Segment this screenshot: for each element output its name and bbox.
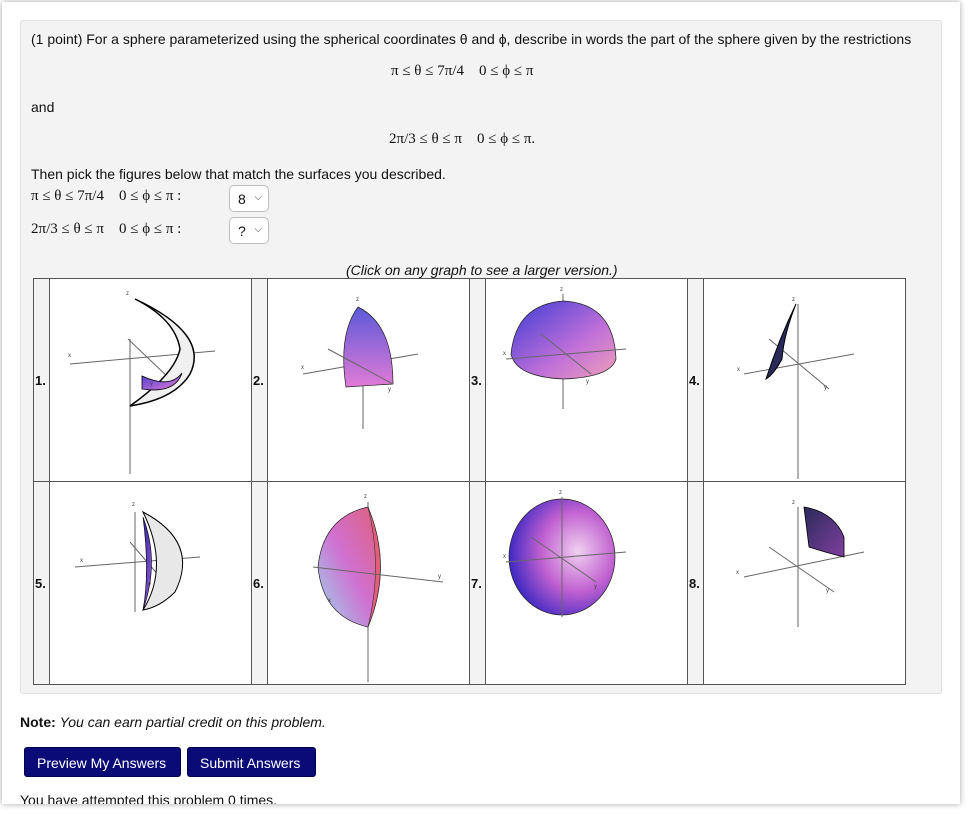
figure-2[interactable]: z x y [267,278,470,482]
figure-3-graph[interactable]: z x y [486,279,687,481]
figure-1[interactable]: z x y [49,278,252,482]
figure-7-graph[interactable]: z x y [486,482,687,684]
figure-4[interactable]: z x y [703,278,906,482]
y-axis-label: y [148,582,151,588]
x-axis-label: x [80,558,83,564]
figure-number: 3. [471,372,482,388]
y-axis-label: y [594,584,597,590]
submit-answers-button[interactable]: Submit Answers [187,747,316,777]
figure-8-graph[interactable]: z x y [704,482,905,684]
y-axis-label: y [586,379,589,385]
z-axis-label: z [356,297,359,303]
x-axis-label: x [736,570,739,576]
y-axis-label: y [388,387,391,393]
answer-select-2-value: ? [238,223,246,239]
note-label: Note: [20,714,56,730]
page: (1 point) For a sphere parameterized usi… [2,2,960,804]
x-axis-label: x [301,365,304,371]
chevron-down-icon: ⌵ [254,192,262,203]
figure-4-graph[interactable]: z x y [704,279,905,481]
x-axis-label: x [503,351,506,357]
z-axis-label: z [792,297,795,303]
figure-5-graph[interactable]: z x y [50,482,251,684]
z-axis-label: z [364,494,367,500]
attempts-text: You have attempted this problem 0 times. [20,792,278,804]
figure-6[interactable]: y x z [267,481,470,685]
figure-number: 1. [35,372,46,388]
answer-row-1-label: π ≤ θ ≤ 7π/4 0 ≤ ϕ ≤ π : [31,188,182,204]
figure-grid: 1. z x y 2. z x y 3. z x y 4. z x y 5. z… [33,278,906,685]
chevron-down-icon: ⌵ [254,224,262,235]
figure-8[interactable]: z x y [703,481,906,685]
preview-answers-button[interactable]: Preview My Answers [24,747,181,777]
z-axis-label: z [559,490,562,496]
y-axis-label: y [824,385,827,391]
answer-select-1[interactable]: 8 ⌵ [229,185,269,212]
figure-3[interactable]: z x y [485,278,688,482]
figure-number: 4. [689,372,700,388]
figure-1-graph[interactable]: z x y [50,279,251,481]
note-text: You can earn partial credit on this prob… [59,714,326,730]
click-hint: (Click on any graph to see a larger vers… [346,262,618,278]
equation-2: 2π/3 ≤ θ ≤ π 0 ≤ ϕ ≤ π. [389,131,536,147]
z-axis-label: z [132,502,135,508]
and-text: and [31,99,55,115]
instruction-text: Then pick the figures below that match t… [31,166,446,182]
equation-1: π ≤ θ ≤ 7π/4 0 ≤ ϕ ≤ π [391,63,534,79]
x-axis-label: x [328,598,331,604]
figure-number: 2. [253,372,264,388]
x-axis-label: x [503,554,506,560]
answer-row-2-label: 2π/3 ≤ θ ≤ π 0 ≤ ϕ ≤ π : [31,221,182,237]
z-axis-label: z [126,291,129,297]
y-axis-label: y [150,381,153,387]
problem-intro: (1 point) For a sphere parameterized usi… [31,31,912,47]
answer-select-1-value: 8 [238,191,246,207]
figure-number: 8. [689,575,700,591]
figure-5[interactable]: z x y [49,481,252,685]
figure-number: 5. [35,575,46,591]
figure-7[interactable]: z x y [485,481,688,685]
figure-2-graph[interactable]: z x y [268,279,469,481]
figure-number: 6. [253,575,264,591]
figure-6-graph[interactable]: y x z [268,482,469,684]
answer-select-2[interactable]: ? ⌵ [229,217,269,244]
z-axis-label: z [560,287,563,293]
z-axis-label: z [792,500,795,506]
problem-panel: (1 point) For a sphere parameterized usi… [20,20,942,694]
x-axis-label: x [737,367,740,373]
y-axis-label: y [438,574,441,580]
figure-number: 7. [471,575,482,591]
y-axis-label: y [826,588,829,594]
note: Note: You can earn partial credit on thi… [20,714,326,730]
x-axis-label: x [68,353,71,359]
